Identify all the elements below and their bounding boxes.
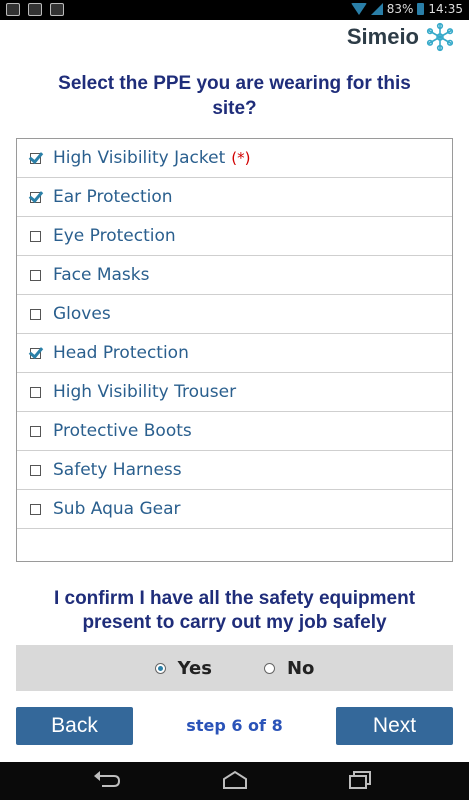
required-mark: (*) bbox=[231, 149, 251, 167]
bag-icon bbox=[50, 3, 64, 16]
home-nav-icon[interactable] bbox=[221, 770, 249, 790]
ppe-item-head-protection[interactable]: Head Protection bbox=[17, 334, 452, 373]
ppe-item-protective-boots[interactable]: Protective Boots bbox=[17, 412, 452, 451]
empty-list-row bbox=[17, 529, 452, 561]
confirm-line1: I confirm I have all the safety equipmen… bbox=[53, 588, 416, 609]
checkbox[interactable] bbox=[30, 230, 41, 242]
brand-name: Simeio bbox=[346, 24, 419, 49]
ppe-item-label: High Visibility Jacket bbox=[53, 148, 226, 168]
ppe-item-sub-aqua-gear[interactable]: Sub Aqua Gear bbox=[17, 490, 452, 529]
ppe-item-high-visibility-jacket[interactable]: High Visibility Jacket (*) bbox=[17, 139, 452, 178]
ppe-item-label: High Visibility Trouser bbox=[53, 382, 237, 402]
back-button[interactable]: Back bbox=[16, 707, 133, 745]
clock: 14:35 bbox=[428, 2, 463, 16]
image-icon bbox=[28, 3, 42, 16]
radio-label: Yes bbox=[177, 657, 212, 679]
system-icons: 83% 14:35 bbox=[350, 2, 463, 16]
radio-button[interactable] bbox=[154, 662, 166, 674]
checkbox[interactable] bbox=[30, 347, 41, 359]
ppe-item-face-masks[interactable]: Face Masks bbox=[17, 256, 452, 295]
ppe-item-label: Sub Aqua Gear bbox=[53, 499, 181, 519]
email-icon bbox=[6, 3, 20, 16]
checkbox[interactable] bbox=[30, 308, 41, 320]
ppe-item-label: Ear Protection bbox=[53, 187, 173, 207]
ppe-checklist: High Visibility Jacket (*) Ear Protectio… bbox=[16, 138, 453, 562]
checkbox[interactable] bbox=[30, 269, 41, 281]
ppe-item-label: Face Masks bbox=[53, 265, 150, 285]
confirm-radio-group: Yes No bbox=[16, 645, 453, 691]
battery-icon bbox=[417, 3, 425, 15]
ppe-item-safety-harness[interactable]: Safety Harness bbox=[17, 451, 452, 490]
checkbox[interactable] bbox=[30, 191, 41, 203]
radio-option-yes[interactable]: Yes bbox=[154, 657, 212, 679]
confirm-statement: I confirm I have all the safety equipmen… bbox=[0, 587, 469, 635]
signal-icon bbox=[370, 3, 383, 15]
ppe-item-label: Gloves bbox=[53, 304, 111, 324]
ppe-item-high-visibility-trouser[interactable]: High Visibility Trouser bbox=[17, 373, 452, 412]
radio-label: No bbox=[286, 657, 315, 679]
ppe-item-eye-protection[interactable]: Eye Protection bbox=[17, 217, 452, 256]
checkbox[interactable] bbox=[30, 386, 41, 398]
ppe-item-gloves[interactable]: Gloves bbox=[17, 295, 452, 334]
radio-button[interactable] bbox=[263, 662, 275, 674]
ppe-item-ear-protection[interactable]: Ear Protection bbox=[17, 178, 452, 217]
ppe-item-label: Protective Boots bbox=[53, 421, 192, 441]
ppe-question-line1: Select the PPE you are wearing for this bbox=[58, 73, 411, 94]
ppe-item-label: Safety Harness bbox=[53, 460, 182, 480]
recent-apps-nav-icon[interactable] bbox=[347, 770, 373, 790]
next-button[interactable]: Next bbox=[336, 707, 453, 745]
checkbox[interactable] bbox=[30, 464, 41, 476]
step-indicator: step 6 of 8 bbox=[186, 716, 283, 735]
radio-option-no[interactable]: No bbox=[263, 657, 315, 679]
checkbox[interactable] bbox=[30, 152, 41, 164]
ppe-item-label: Eye Protection bbox=[53, 226, 176, 246]
checkbox[interactable] bbox=[30, 425, 41, 437]
checkbox[interactable] bbox=[30, 503, 41, 515]
navigation-bar bbox=[0, 762, 469, 800]
battery-percent: 83% bbox=[386, 2, 414, 16]
ppe-item-label: Head Protection bbox=[53, 343, 189, 363]
ppe-question: Select the PPE you are wearing for this … bbox=[0, 71, 469, 121]
brand-logo: Simeio bbox=[347, 22, 455, 52]
status-bar: 83% 14:35 bbox=[0, 0, 469, 20]
confirm-line2: present to carry out my job safely bbox=[82, 612, 387, 633]
snowflake-logo-icon bbox=[426, 22, 454, 52]
notification-icons bbox=[6, 3, 64, 16]
wifi-icon bbox=[350, 3, 367, 15]
ppe-question-line2: site? bbox=[212, 98, 257, 119]
back-nav-icon[interactable] bbox=[92, 770, 122, 790]
